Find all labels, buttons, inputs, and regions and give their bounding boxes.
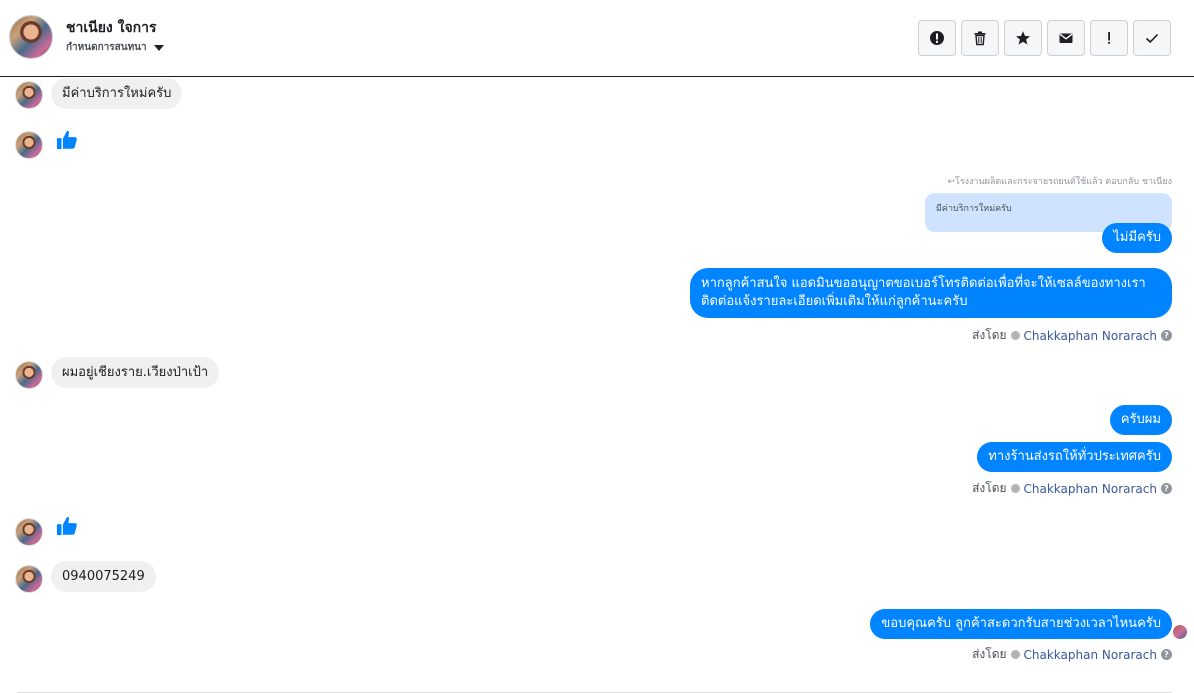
agent-name-link[interactable]: Chakkaphan Norarach: [1024, 648, 1157, 662]
incoming-message: ผมอยู่เชียงราย.เวียงป่าเป้า: [51, 357, 220, 388]
thumbs-up-icon: [56, 131, 77, 150]
help-icon[interactable]: ?: [1161, 483, 1172, 494]
seen-indicator-avatar: [1173, 625, 1187, 639]
star-icon: [1016, 31, 1030, 45]
done-button[interactable]: [1133, 20, 1171, 56]
alert-circle-icon: [930, 31, 944, 45]
agent-name-link[interactable]: Chakkaphan Norarach: [1024, 482, 1157, 496]
envelope-icon: [1059, 33, 1073, 43]
sent-by-label: ส่งโดย: [972, 647, 1007, 661]
incoming-message: 0940075249: [51, 561, 156, 592]
outgoing-message: ทางร้านส่งรถให้ทั่วประเทศครับ: [977, 442, 1172, 472]
sender-avatar[interactable]: [15, 81, 43, 109]
outgoing-message: หากลูกค้าสนใจ แอดมินขออนุญาตขอเบอร์โทรติ…: [690, 268, 1172, 318]
spam-button[interactable]: [1090, 20, 1128, 56]
report-button[interactable]: [918, 20, 956, 56]
exclamation-icon: [1108, 32, 1110, 44]
sent-by-label: ส่งโดย: [972, 328, 1007, 342]
agent-name-link[interactable]: Chakkaphan Norarach: [1024, 329, 1157, 343]
help-icon[interactable]: ?: [1161, 649, 1172, 660]
verified-icon: [1010, 331, 1020, 340]
help-icon[interactable]: ?: [1161, 330, 1172, 341]
sent-by-line: ส่งโดย Chakkaphan Norarach ?: [972, 645, 1172, 664]
conversation-label-text: กำหนดการสนทนา: [66, 42, 147, 53]
sent-by-label: ส่งโดย: [972, 481, 1007, 495]
star-button[interactable]: [1004, 20, 1042, 56]
sent-by-line: ส่งโดย Chakkaphan Norarach ?: [972, 479, 1172, 498]
sent-by-line: ส่งโดย Chakkaphan Norarach ?: [972, 326, 1172, 345]
mark-unread-button[interactable]: [1047, 20, 1085, 56]
outgoing-message: ขอบคุณครับ ลูกค้าสะดวกรับสายช่วงเวลาไหนค…: [870, 609, 1172, 639]
outgoing-message: ครับผม: [1109, 405, 1172, 435]
trash-icon: [974, 31, 986, 46]
sender-avatar[interactable]: [15, 518, 43, 546]
sender-avatar[interactable]: [15, 565, 43, 593]
verified-icon: [1010, 484, 1020, 493]
conversation-header: ชาเนียง ใจการ กำหนดการสนทนา: [0, 0, 1194, 77]
delete-button[interactable]: [961, 20, 999, 56]
check-icon: [1145, 33, 1159, 44]
action-toolbar: [918, 20, 1171, 56]
conversation-label-dropdown[interactable]: กำหนดการสนทนา: [66, 40, 164, 55]
sender-avatar[interactable]: [15, 131, 43, 159]
thumbs-up-icon: [56, 517, 77, 536]
incoming-message: มีค่าบริการใหม่ครับ: [51, 78, 183, 109]
caret-down-icon: [153, 44, 164, 51]
outgoing-message: ไม่มีครับ: [1102, 223, 1172, 253]
verified-icon: [1010, 650, 1020, 659]
sender-avatar[interactable]: [15, 361, 43, 389]
contact-name[interactable]: ชาเนียง ใจการ: [66, 17, 157, 39]
contact-avatar[interactable]: [9, 15, 53, 59]
reply-indicator: ↩โรงงานผลิตและกระจายรถยนต์ใช้แล้ว ตอบกลั…: [947, 177, 1172, 187]
